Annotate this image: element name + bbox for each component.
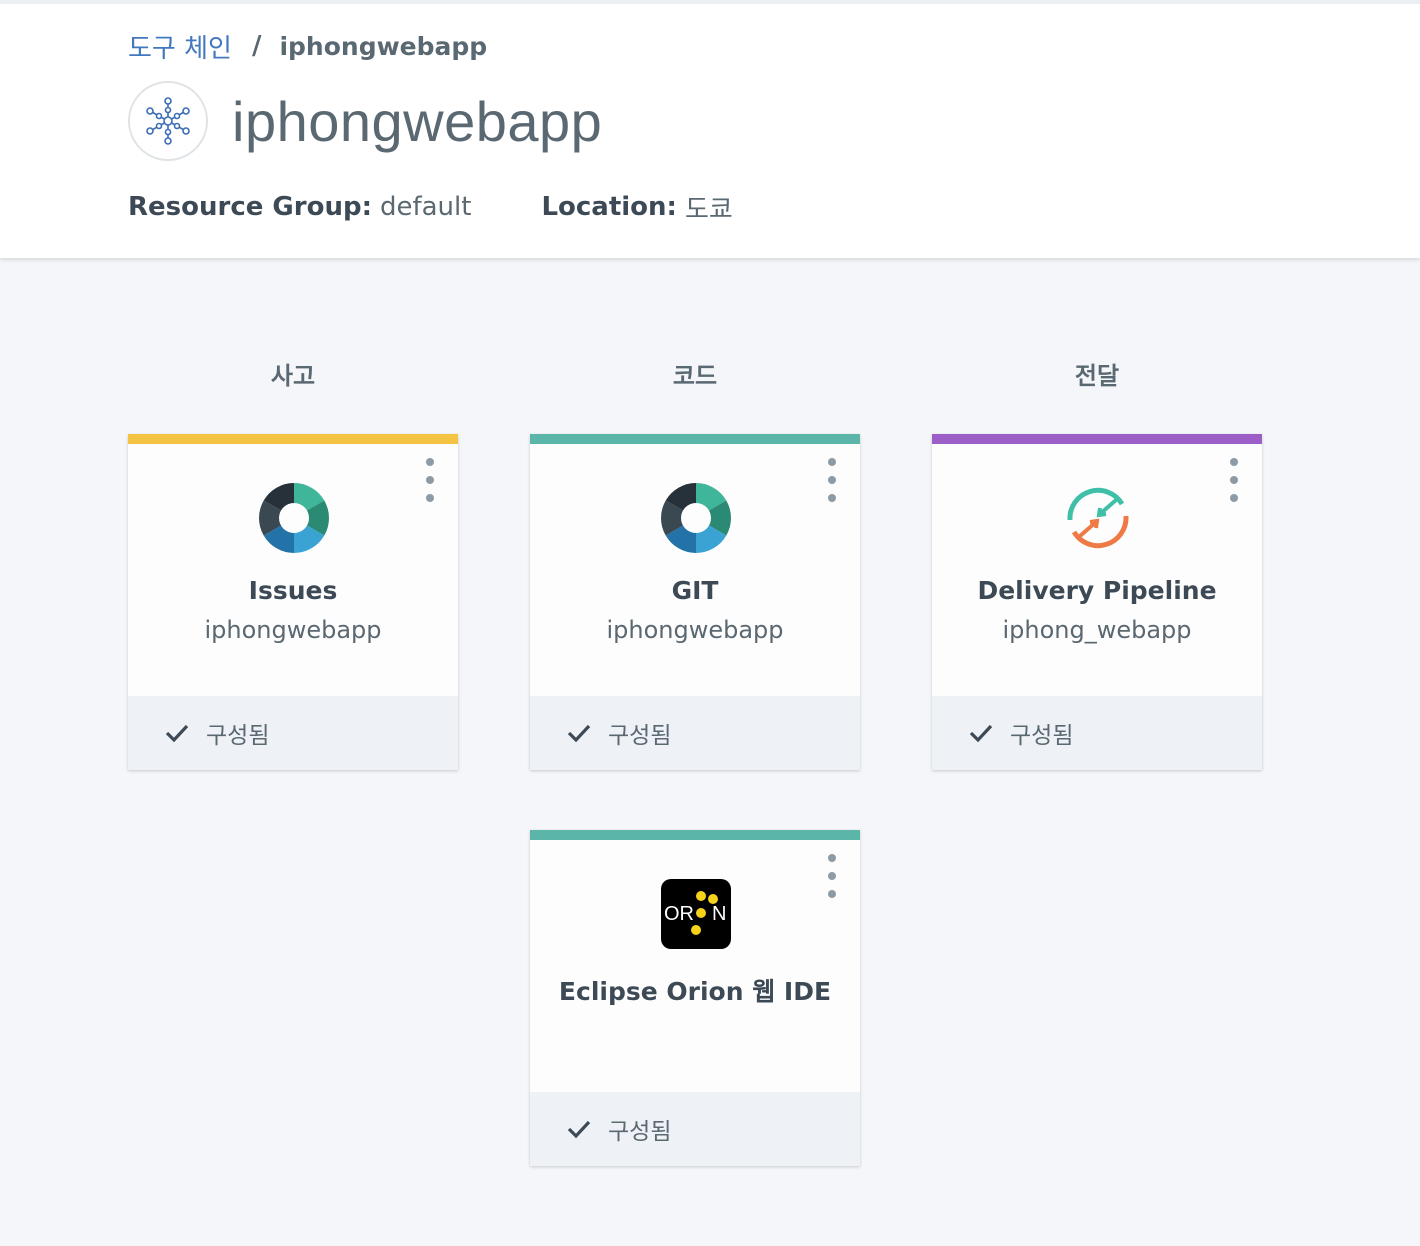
check-icon — [969, 724, 993, 743]
resource-group-value: default — [379, 192, 472, 222]
check-icon — [165, 724, 189, 743]
resource-group: Resource Group: default — [128, 192, 471, 222]
location-value: 도쿄 — [684, 194, 733, 225]
card-accent-bar — [530, 434, 860, 444]
card-accent-bar — [128, 434, 458, 444]
card-status: 구성됨 — [530, 696, 860, 770]
page-header: 도구 체인 / iphongwebapp iphongwebapp Resour… — [0, 0, 1420, 258]
tool-card-delivery-pipeline[interactable]: Delivery Pipeline iphong_webapp 구성됨 — [932, 434, 1262, 770]
card-accent-bar — [932, 434, 1262, 444]
tool-card-orion-ide[interactable]: OR N Eclipse Orion 웹 IDE 구성됨 — [530, 830, 860, 1166]
orion-logo-right-text: N — [712, 903, 726, 925]
tool-card-git[interactable]: GIT iphongwebapp 구성됨 — [530, 434, 860, 770]
location: Location: 도쿄 — [541, 189, 732, 226]
card-status: 구성됨 — [932, 696, 1262, 770]
card-accent-bar — [530, 830, 860, 840]
card-title: Eclipse Orion 웹 IDE — [558, 977, 832, 1006]
toolchain-network-icon — [128, 81, 208, 161]
git-ring-icon — [258, 482, 330, 554]
orion-logo-left-text: OR — [664, 903, 694, 925]
card-status: 구성됨 — [128, 696, 458, 770]
tool-card-issues[interactable]: Issues iphongwebapp 구성됨 — [128, 434, 458, 770]
resource-group-label: Resource Group: — [128, 192, 372, 222]
status-text: 구성됨 — [608, 723, 672, 749]
status-text: 구성됨 — [608, 1119, 672, 1145]
column-heading-deliver: 전달 — [1074, 362, 1120, 390]
page-title: iphongwebapp — [232, 89, 603, 153]
check-icon — [567, 1120, 591, 1139]
card-title: Issues — [248, 576, 338, 605]
column-heading-code: 코드 — [672, 362, 718, 390]
breadcrumb-toolchain-link[interactable]: 도구 체인 — [128, 28, 232, 65]
check-icon — [567, 724, 591, 743]
card-subtitle: iphong_webapp — [1002, 616, 1192, 644]
title-row: iphongwebapp — [128, 79, 602, 163]
location-label: Location: — [541, 192, 677, 222]
overflow-menu-icon[interactable] — [1226, 458, 1242, 502]
card-subtitle: iphongwebapp — [204, 616, 382, 644]
overflow-menu-icon[interactable] — [824, 458, 840, 502]
breadcrumb: 도구 체인 / iphongwebapp — [128, 26, 487, 66]
breadcrumb-current: iphongwebapp — [279, 31, 488, 61]
card-subtitle: iphongwebapp — [606, 616, 784, 644]
status-text: 구성됨 — [1010, 723, 1074, 749]
status-text: 구성됨 — [206, 723, 270, 749]
overflow-menu-icon[interactable] — [824, 854, 840, 898]
overflow-menu-icon[interactable] — [422, 458, 438, 502]
orion-icon: OR N — [660, 878, 732, 950]
card-status: 구성됨 — [530, 1092, 860, 1166]
card-title: Delivery Pipeline — [977, 576, 1217, 605]
column-heading-think: 사고 — [270, 362, 316, 390]
git-ring-icon — [660, 482, 732, 554]
card-title: GIT — [671, 576, 719, 605]
breadcrumb-separator: / — [251, 31, 262, 61]
delivery-pipeline-icon — [1062, 482, 1134, 554]
meta-row: Resource Group: default Location: 도쿄 — [128, 187, 803, 227]
